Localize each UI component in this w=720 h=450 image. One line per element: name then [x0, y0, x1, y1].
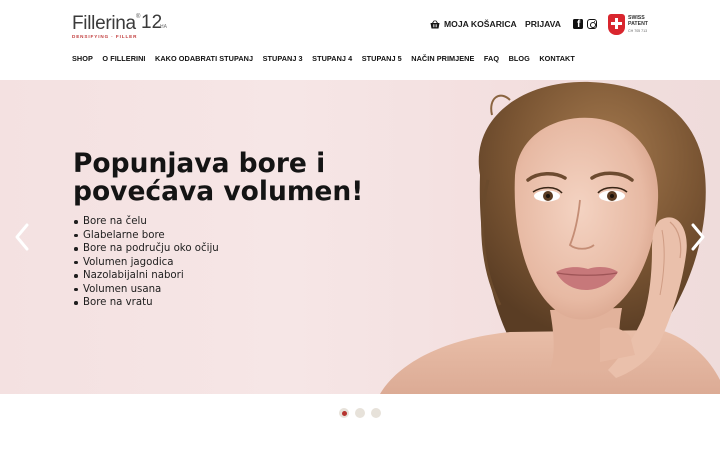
nav-item-faq[interactable]: FAQ [484, 54, 499, 63]
cart-label: MOJA KOŠARICA [444, 19, 517, 29]
nav-item-how-to-choose[interactable]: KAKO ODABRATI STUPANJ [155, 54, 253, 63]
cart-link[interactable]: MOJA KOŠARICA [430, 19, 517, 29]
chevron-left-icon [15, 223, 29, 251]
list-item: Volumen usana [73, 283, 219, 297]
badge-patent-number: CH 705 713 [628, 28, 648, 33]
carousel-pagination [339, 408, 381, 418]
hero-headline: Popunjava bore i povećava volumen! [73, 148, 364, 207]
logo-suffix: HA [160, 24, 167, 30]
basket-icon [430, 19, 440, 28]
swiss-patent-badge: SWISS PATENT CH 705 713 [608, 14, 662, 36]
model-portrait-image [380, 81, 720, 394]
nav-item-level-3[interactable]: STUPANJ 3 [263, 54, 303, 63]
list-item: Volumen jagodica [73, 256, 219, 270]
nav-item-about[interactable]: O FILLERINI [102, 54, 145, 63]
slider-next-button[interactable] [688, 222, 708, 252]
nav-item-contact[interactable]: KONTAKT [539, 54, 574, 63]
benefits-list: Bore na čelu Glabelarne bore Bore na pod… [73, 215, 219, 310]
badge-line-2: PATENT [628, 21, 648, 27]
carousel-dot-3[interactable] [371, 408, 381, 418]
list-item: Bore na čelu [73, 215, 219, 229]
nav-item-level-4[interactable]: STUPANJ 4 [312, 54, 352, 63]
list-item: Bore na vratu [73, 296, 219, 310]
list-item: Glabelarne bore [73, 229, 219, 243]
carousel-dot-2[interactable] [355, 408, 365, 418]
main-nav: SHOP O FILLERINI KAKO ODABRATI STUPANJ S… [72, 54, 575, 63]
nav-item-usage[interactable]: NAČIN PRIMJENE [411, 54, 474, 63]
brand-logo[interactable]: Fillerina ® 12 HA DENSIFYING · FILLER [72, 12, 182, 41]
instagram-icon[interactable] [587, 19, 597, 29]
swiss-cross-icon [608, 14, 625, 35]
logo-wordmark: Fillerina [72, 13, 136, 34]
slider-prev-button[interactable] [12, 222, 32, 252]
nav-item-blog[interactable]: BLOG [509, 54, 530, 63]
nav-item-level-5[interactable]: STUPANJ 5 [362, 54, 402, 63]
list-item: Bore na području oko očiju [73, 242, 219, 256]
list-item: Nazolabijalni nabori [73, 269, 219, 283]
carousel-dot-1[interactable] [339, 408, 349, 418]
nav-item-shop[interactable]: SHOP [72, 54, 93, 63]
logo-number: 12 [141, 12, 163, 33]
logo-registered-mark: ® [136, 14, 141, 20]
facebook-icon[interactable]: f [573, 19, 583, 30]
login-link[interactable]: PRIJAVA [525, 19, 561, 29]
logo-tagline: DENSIFYING · FILLER [72, 34, 138, 39]
hero-slider: Popunjava bore i povećava volumen! Bore … [0, 80, 720, 394]
chevron-right-icon [691, 223, 705, 251]
